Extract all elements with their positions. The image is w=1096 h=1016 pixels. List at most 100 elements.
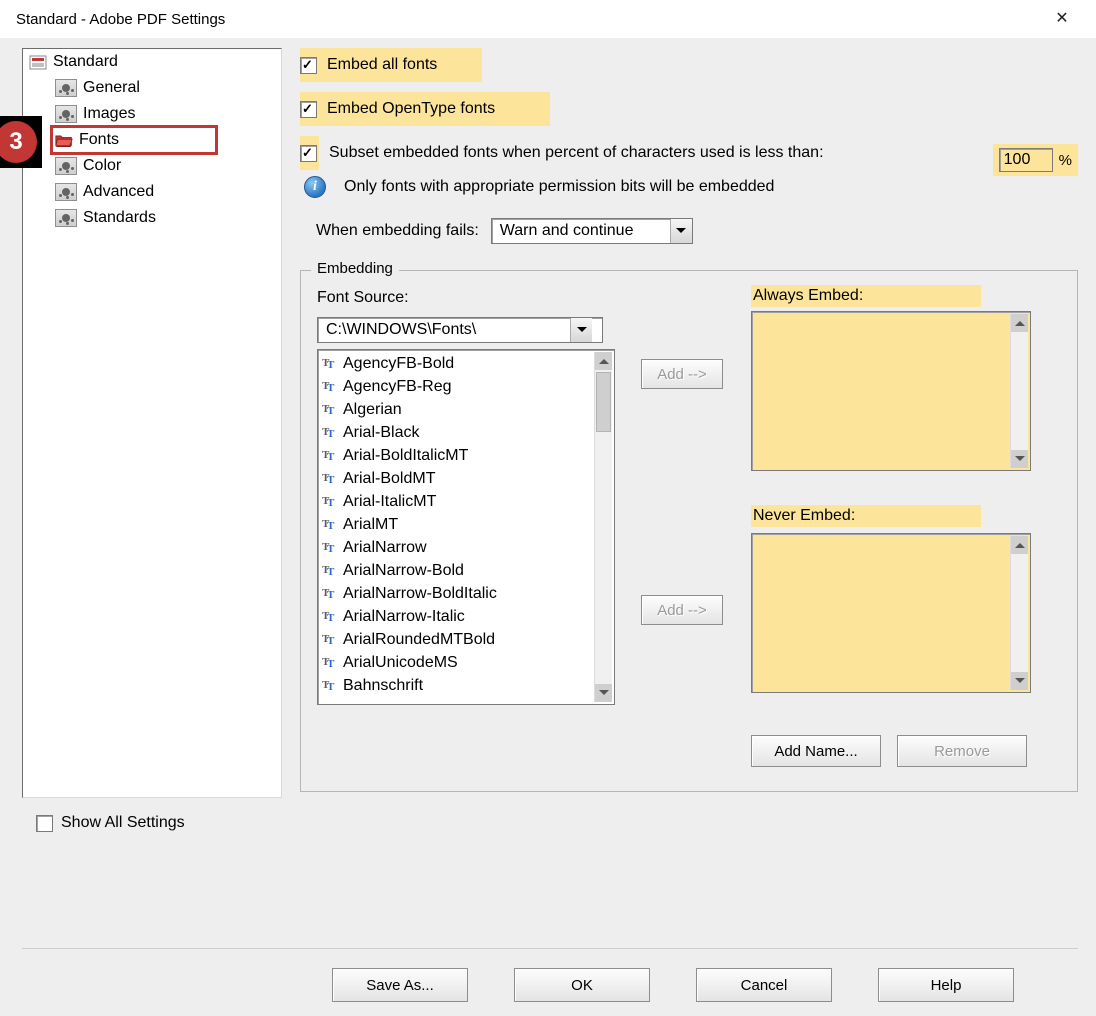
font-list-item[interactable]: Bahnschrift [320, 674, 592, 697]
scroll-down-icon[interactable] [1011, 450, 1028, 468]
show-all-settings-label: Show All Settings [61, 814, 185, 832]
embed-all-fonts-checkbox[interactable] [300, 57, 317, 74]
titlebar: Standard - Adobe PDF Settings ✕ [0, 0, 1096, 38]
font-list-item[interactable]: Arial-ItalicMT [320, 490, 592, 513]
percent-sign: % [1059, 152, 1072, 169]
tree-item-label: General [83, 79, 140, 97]
tree-item-icon [55, 157, 77, 175]
font-list[interactable]: AgencyFB-Bold AgencyFB-Reg Algerian Arial-B… [317, 349, 615, 705]
folder-open-icon [55, 131, 73, 149]
font-list-item[interactable]: AgencyFB-Bold [320, 352, 592, 375]
embedding-group-title: Embedding [311, 260, 399, 277]
embed-opentype-label: Embed OpenType fonts [327, 100, 495, 118]
font-name: ArialRoundedMTBold [343, 631, 495, 649]
font-name: ArialNarrow-Bold [343, 562, 464, 580]
truetype-icon [322, 564, 337, 578]
font-list-item[interactable]: ArialRoundedMTBold [320, 628, 592, 651]
font-list-item[interactable]: ArialUnicodeMS [320, 651, 592, 674]
font-source-select[interactable]: C:\WINDOWS\Fonts\ [317, 317, 603, 343]
truetype-icon [322, 610, 337, 624]
tree-item-images[interactable]: Images [23, 101, 281, 127]
font-name: Algerian [343, 401, 402, 419]
annotation-step-number: 3 [9, 128, 22, 156]
tree-item-icon [55, 183, 77, 201]
font-name: ArialUnicodeMS [343, 654, 458, 672]
font-list-item[interactable]: ArialNarrow-BoldItalic [320, 582, 592, 605]
dialog-buttons: Save As... OK Cancel Help [332, 968, 1078, 1002]
tree-item-icon [55, 79, 77, 97]
info-text: Only fonts with appropriate permission b… [344, 178, 774, 196]
settings-root-icon [29, 53, 47, 71]
font-list-item[interactable]: Arial-BoldMT [320, 467, 592, 490]
font-list-item[interactable]: ArialNarrow [320, 536, 592, 559]
remove-button[interactable]: Remove [897, 735, 1027, 767]
annotation-step-badge: 3 [0, 116, 42, 168]
never-embed-list[interactable] [751, 533, 1031, 693]
scroll-up-icon[interactable] [1011, 536, 1028, 554]
font-list-item[interactable]: Algerian [320, 398, 592, 421]
tree-item-standards[interactable]: Standards [23, 205, 281, 231]
font-list-item[interactable]: ArialMT [320, 513, 592, 536]
help-button[interactable]: Help [878, 968, 1014, 1002]
embed-opentype-checkbox[interactable] [300, 101, 317, 118]
scroll-down-icon[interactable] [595, 684, 612, 702]
tree-item-label: Advanced [83, 183, 154, 201]
font-list-item[interactable]: ArialNarrow-Italic [320, 605, 592, 628]
font-name: Arial-BoldMT [343, 470, 435, 488]
font-list-item[interactable]: ArialNarrow-Bold [320, 559, 592, 582]
scroll-down-icon[interactable] [1011, 672, 1028, 690]
add-to-always-button[interactable]: Add --> [641, 359, 723, 389]
truetype-icon [322, 403, 337, 417]
tree-item-advanced[interactable]: Advanced [23, 179, 281, 205]
subset-label: Subset embedded fonts when percent of ch… [329, 144, 824, 162]
truetype-icon [322, 679, 337, 693]
font-source-value: C:\WINDOWS\Fonts\ [318, 321, 570, 339]
cancel-button[interactable]: Cancel [696, 968, 832, 1002]
font-name: Arial-BoldItalicMT [343, 447, 468, 465]
show-all-settings-checkbox[interactable] [36, 815, 53, 832]
truetype-icon [322, 587, 337, 601]
truetype-icon [322, 380, 337, 394]
embedding-fails-label: When embedding fails: [316, 222, 479, 240]
close-icon[interactable]: ✕ [1042, 11, 1082, 27]
tree-root-standard[interactable]: Standard [23, 49, 281, 75]
font-list-item[interactable]: Arial-Black [320, 421, 592, 444]
add-name-button[interactable]: Add Name... [751, 735, 881, 767]
font-name: ArialNarrow-Italic [343, 608, 465, 626]
tree-item-general[interactable]: General [23, 75, 281, 101]
save-as-button[interactable]: Save As... [332, 968, 468, 1002]
subset-percent-group: 100 % [993, 144, 1078, 176]
font-name: Bahnschrift [343, 677, 423, 695]
truetype-icon [322, 633, 337, 647]
scrollbar[interactable] [1010, 314, 1028, 468]
scroll-up-icon[interactable] [1011, 314, 1028, 332]
font-name: AgencyFB-Bold [343, 355, 454, 373]
font-name: Arial-ItalicMT [343, 493, 436, 511]
tree-item-fonts[interactable]: Fonts [23, 127, 281, 153]
tree-item-label: Standards [83, 209, 156, 227]
truetype-icon [322, 357, 337, 371]
always-embed-list[interactable] [751, 311, 1031, 471]
tree-item-color[interactable]: Color [23, 153, 281, 179]
ok-button[interactable]: OK [514, 968, 650, 1002]
font-list-item[interactable]: AgencyFB-Reg [320, 375, 592, 398]
font-list-item[interactable]: Arial-BoldItalicMT [320, 444, 592, 467]
embed-opentype-row: Embed OpenType fonts [300, 92, 550, 126]
truetype-icon [322, 449, 337, 463]
subset-percent-input[interactable]: 100 [999, 148, 1053, 172]
font-name: ArialNarrow-BoldItalic [343, 585, 497, 603]
embedding-group: Embedding Font Source: C:\WINDOWS\Fonts\… [300, 270, 1078, 792]
settings-tree[interactable]: Standard General Images Fonts Color [22, 48, 282, 798]
tree-root-label: Standard [53, 53, 118, 71]
embedding-fails-select[interactable]: Warn and continue [491, 218, 693, 244]
subset-checkbox[interactable] [300, 145, 317, 162]
tree-item-label: Images [83, 105, 135, 123]
font-name: ArialNarrow [343, 539, 427, 557]
scroll-up-icon[interactable] [595, 352, 612, 370]
scrollbar[interactable] [1010, 536, 1028, 690]
scrollbar[interactable] [594, 352, 612, 702]
never-embed-label: Never Embed: [751, 505, 981, 527]
add-to-never-button[interactable]: Add --> [641, 595, 723, 625]
always-embed-label: Always Embed: [751, 285, 981, 307]
fonts-settings-pane: Embed all fonts Embed OpenType fonts Sub… [300, 48, 1078, 792]
